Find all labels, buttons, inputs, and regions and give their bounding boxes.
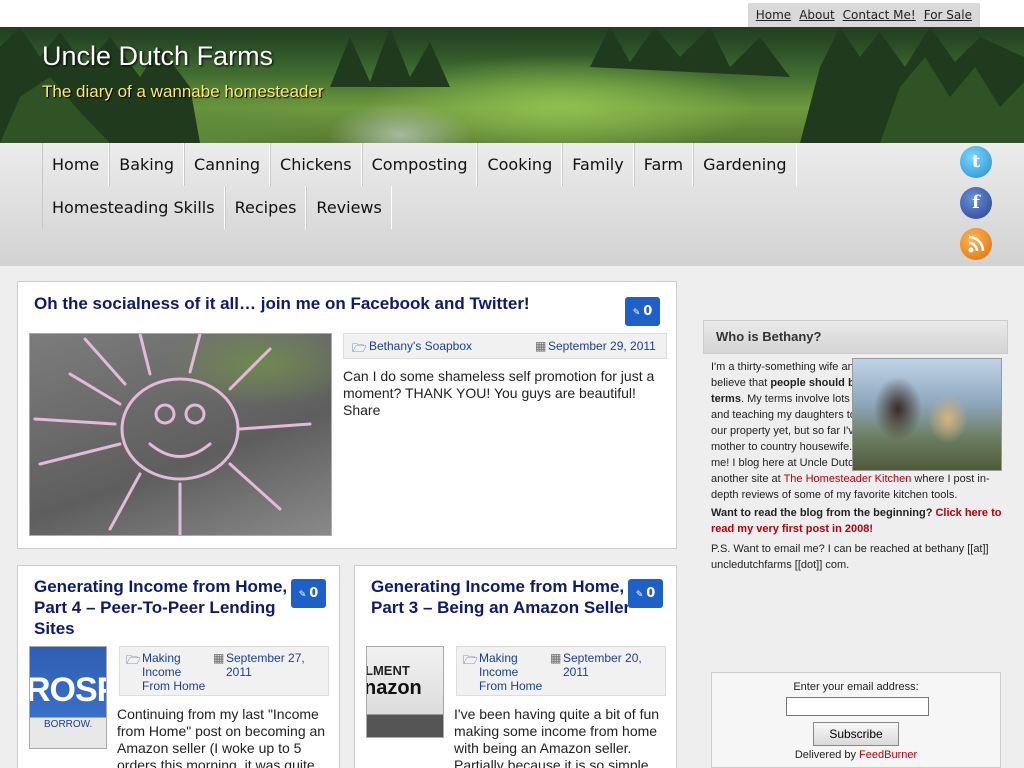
site-tagline: The diary of a wannabe homesteader [42, 82, 324, 101]
comment-count-badge-3[interactable]: ✎ 0 [628, 579, 663, 608]
post-category-2[interactable]: Making Income From Home [124, 651, 209, 693]
post-meta-2: 🗁 Making Income From Home ▦ September 27… [119, 646, 329, 696]
about-widget-body: I'm a thirty-something wife and mother o… [703, 354, 1008, 573]
social-icons: t f [960, 146, 994, 269]
nav-item-home[interactable]: Home [42, 143, 110, 186]
nav-item-composting[interactable]: Composting [361, 143, 478, 186]
top-link-contact[interactable]: Contact Me! [843, 8, 916, 22]
top-utility-nav: Home About Contact Me! For Sale [0, 0, 1024, 27]
comment-icon: ✎ [298, 590, 307, 600]
nav-item-gardening[interactable]: Gardening [693, 143, 797, 186]
calendar-icon: ▦ [550, 651, 562, 665]
post-thumbnail-1[interactable] [29, 333, 332, 536]
comment-icon: ✎ [632, 308, 641, 318]
header-banner: Uncle Dutch Farms The diary of a wannabe… [0, 27, 1024, 143]
nav-item-farm[interactable]: Farm [633, 143, 694, 186]
post-title-1[interactable]: Oh the socialness of it all… join me on … [34, 293, 614, 314]
beginning-question: Want to read the blog from the beginning… [711, 507, 936, 519]
beginning-text: Want to read the blog from the beginning… [711, 505, 1003, 537]
nav-item-cooking[interactable]: Cooking [477, 143, 563, 186]
delivered-by: Delivered by FeedBurner [712, 749, 1000, 761]
post-title-3[interactable]: Generating Income from Home, Part 3 – Be… [371, 576, 631, 618]
post-meta-1: 🗁 Bethany's Soapbox ▦ September 29, 2011 [343, 333, 667, 359]
twitter-icon[interactable]: t [960, 146, 992, 178]
subscribe-label: Enter your email address: [793, 681, 919, 693]
nav-item-baking[interactable]: Baking [109, 143, 185, 186]
thumb-amazon-text-3: nazon [366, 677, 422, 699]
subscribe-email-input[interactable] [786, 697, 929, 716]
post-thumbnail-3[interactable]: LMENT nazon [366, 646, 444, 738]
main-nav-list: Home Baking Canning Chickens Composting … [42, 143, 922, 229]
nav-item-reviews[interactable]: Reviews [306, 186, 392, 229]
comment-count-2: 0 [309, 586, 319, 601]
post-date-3[interactable]: September 20, 2011 [563, 651, 665, 679]
comment-count-3: 0 [646, 586, 656, 601]
post-card-2: Generating Income from Home, Part 4 – Pe… [17, 565, 340, 768]
post-excerpt-1: Can I do some shameless self promotion f… [343, 368, 655, 418]
post-category-1[interactable]: Bethany's Soapbox [369, 339, 472, 353]
calendar-icon: ▦ [213, 651, 225, 665]
author-photo [852, 358, 1002, 471]
top-link-home[interactable]: Home [756, 8, 791, 22]
post-card-3: Generating Income from Home, Part 3 – Be… [354, 565, 677, 768]
email-ps: P.S. Want to email me? I can be reached … [711, 543, 989, 571]
chalk-drawing-image [33, 334, 312, 535]
post-category-3[interactable]: Making Income From Home [461, 651, 546, 693]
nav-item-family[interactable]: Family [562, 143, 634, 186]
post-meta-3: 🗁 Making Income From Home ▦ September 20… [456, 646, 666, 696]
main-nav: Home Baking Canning Chickens Composting … [0, 143, 1024, 266]
widget-title-about: Who is Bethany? [703, 320, 1008, 354]
post-card-1: Oh the socialness of it all… join me on … [17, 281, 677, 549]
comment-count-1: 0 [643, 304, 653, 319]
nav-item-recipes[interactable]: Recipes [224, 186, 307, 229]
subscribe-button[interactable]: Subscribe [813, 722, 899, 746]
post-thumbnail-2[interactable]: ROSP BORROW. [29, 646, 107, 749]
nav-item-canning[interactable]: Canning [184, 143, 271, 186]
delivered-by-text: Delivered by [794, 749, 860, 761]
top-links-bar: Home About Contact Me! For Sale [747, 3, 980, 27]
homesteader-kitchen-link[interactable]: The Homesteader Kitchen [784, 473, 912, 485]
post-title-2[interactable]: Generating Income from Home, Part 4 – Pe… [34, 576, 294, 639]
feedburner-link[interactable]: FeedBurner [859, 749, 917, 761]
facebook-icon[interactable]: f [960, 187, 992, 219]
comment-icon: ✎ [635, 590, 644, 600]
post-date-1[interactable]: September 29, 2011 [548, 339, 656, 353]
site-title[interactable]: Uncle Dutch Farms [42, 41, 273, 72]
thumb-text-3: LMENT [366, 663, 410, 678]
rss-icon[interactable] [960, 228, 992, 260]
category-icon: 🗁 [352, 341, 367, 355]
nav-item-chickens[interactable]: Chickens [270, 143, 362, 186]
comment-count-badge-1[interactable]: ✎ 0 [625, 297, 660, 326]
calendar-icon: ▦ [535, 339, 547, 353]
post-excerpt-3: I've been having quite a bit of fun maki… [454, 706, 666, 768]
sidebar: Who is Bethany? I'm a thirty-something w… [703, 313, 1008, 573]
thumb-logo-text-2: ROSP [29, 671, 106, 709]
comment-count-badge-2[interactable]: ✎ 0 [291, 579, 326, 608]
thumb-logo-subtext-2: BORROW. [44, 719, 93, 730]
top-link-for-sale[interactable]: For Sale [924, 8, 972, 22]
post-date-2[interactable]: September 27, 2011 [226, 651, 328, 679]
subscribe-widget: Enter your email address: Subscribe Deli… [711, 672, 1001, 768]
rss-glyph [968, 235, 985, 253]
top-link-about[interactable]: About [799, 8, 834, 22]
post-excerpt-3-text: I've been having quite a bit of fun maki… [454, 706, 660, 768]
nav-item-homesteading-skills[interactable]: Homesteading Skills [42, 186, 225, 229]
post-excerpt-2: Continuing from my last "Income from Hom… [117, 706, 326, 768]
